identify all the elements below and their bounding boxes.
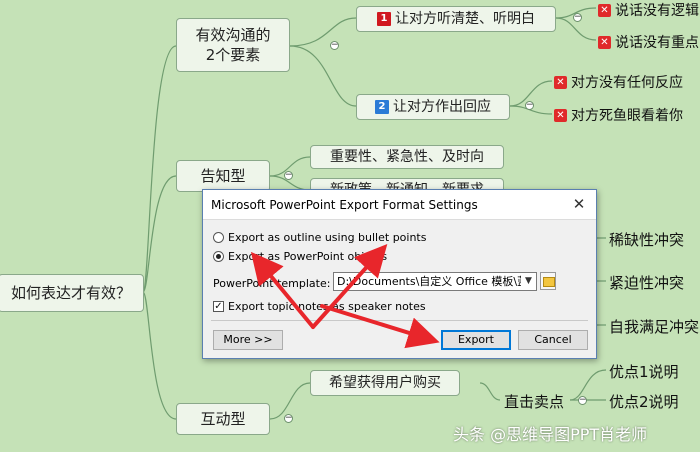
node-hope-purchase[interactable]: 希望获得用户购买 xyxy=(310,370,460,396)
close-icon[interactable]: ✕ xyxy=(570,195,588,213)
leaf-no-reaction[interactable]: ✕ 对方没有任何反应 xyxy=(554,72,683,92)
chevron-down-icon[interactable]: ▼ xyxy=(521,273,536,290)
sub1-label: 让对方听清楚、听明白 xyxy=(395,11,535,27)
root-node[interactable]: 如何表达才有效？ xyxy=(0,274,144,312)
leaf-no-focus[interactable]: ✕ 说话没有重点 xyxy=(598,32,699,52)
template-select[interactable]: D:\Documents\自定义 Office 模板\蓝黑移 ▼ xyxy=(333,272,537,291)
branch2-label: 告知型 xyxy=(200,167,246,185)
leaf-no-logic[interactable]: ✕ 说话没有逻辑 xyxy=(598,0,699,20)
radio-export-objects[interactable]: Export as PowerPoint objects xyxy=(213,250,387,263)
x-mark-icon: ✕ xyxy=(554,108,567,122)
checkbox-label: Export topic notes as speaker notes xyxy=(228,300,426,313)
checkbox-speaker-notes[interactable]: ✓ Export topic notes as speaker notes xyxy=(213,300,426,313)
radio-export-outline[interactable]: Export as outline using bullet points xyxy=(213,231,426,244)
branch1-label-line2: 2个要素 xyxy=(205,46,261,64)
number-1-badge: 1 xyxy=(377,12,391,26)
sub-node-clear-understanding[interactable]: 1 让对方听清楚、听明白 xyxy=(356,6,556,32)
root-label: 如何表达才有效？ xyxy=(10,284,131,302)
radio-objects-label: Export as PowerPoint objects xyxy=(228,250,388,263)
collapse-toggle-branch2[interactable]: − xyxy=(284,171,293,180)
collapse-toggle-branch3[interactable]: − xyxy=(284,414,293,423)
radio-button-outline[interactable] xyxy=(213,232,224,243)
leaf-self-satisfaction-conflict[interactable]: 自我满足冲突 xyxy=(609,316,699,337)
template-value: D:\Documents\自定义 Office 模板\蓝黑移 xyxy=(337,275,537,288)
leaf-scarcity-conflict[interactable]: 稀缺性冲突 xyxy=(609,229,684,250)
radio-button-objects[interactable] xyxy=(213,251,224,262)
leaf-dead-fish-eyes[interactable]: ✕ 对方死鱼眼看着你 xyxy=(554,105,683,125)
x-mark-icon: ✕ xyxy=(598,35,611,49)
branch-interactive-type[interactable]: 互动型 xyxy=(176,403,270,435)
export-settings-dialog: Microsoft PowerPoint Export Format Setti… xyxy=(202,189,597,359)
leaf-urgency-conflict[interactable]: 紧迫性冲突 xyxy=(609,272,684,293)
number-2-badge: 2 xyxy=(375,100,389,114)
collapse-toggle-branch1[interactable]: − xyxy=(330,41,339,50)
leaf-advantage-2[interactable]: 优点2说明 xyxy=(609,391,679,412)
collapse-toggle-sub1[interactable]: − xyxy=(573,13,582,22)
browse-folder-button[interactable] xyxy=(540,272,556,290)
cancel-button[interactable]: Cancel xyxy=(518,330,588,350)
node-importance-urgency[interactable]: 重要性、紧急性、及时向 xyxy=(310,145,504,169)
export-button[interactable]: Export xyxy=(441,330,511,350)
more-button[interactable]: More >> xyxy=(213,330,283,350)
collapse-toggle-sub2[interactable]: − xyxy=(525,101,534,110)
collapse-toggle-selling-point[interactable]: − xyxy=(578,396,587,405)
x-mark-icon: ✕ xyxy=(554,75,567,89)
sub-node-get-response[interactable]: 2 让对方作出回应 xyxy=(356,94,510,120)
branch1-label-line1: 有效沟通的 xyxy=(195,26,271,44)
leaf-advantage-1[interactable]: 优点1说明 xyxy=(609,361,679,382)
dialog-separator xyxy=(211,320,588,321)
sub2-label: 让对方作出回应 xyxy=(393,99,491,115)
dialog-titlebar[interactable]: Microsoft PowerPoint Export Format Setti… xyxy=(203,190,596,220)
branch3-label: 互动型 xyxy=(200,410,246,428)
template-label: PowerPoint template: xyxy=(213,277,331,290)
node-direct-selling-point[interactable]: 直击卖点 xyxy=(504,391,564,412)
branch-effective-communication[interactable]: 有效沟通的 2个要素 xyxy=(176,18,290,72)
x-mark-icon: ✕ xyxy=(598,3,611,17)
watermark: 头条 @思维导图PPT肖老师 xyxy=(453,425,648,444)
folder-icon xyxy=(543,277,555,287)
branch-inform-type[interactable]: 告知型 xyxy=(176,160,270,192)
dialog-title: Microsoft PowerPoint Export Format Setti… xyxy=(211,197,478,212)
speaker-notes-checkbox[interactable]: ✓ xyxy=(213,301,224,312)
radio-outline-label: Export as outline using bullet points xyxy=(228,231,427,244)
